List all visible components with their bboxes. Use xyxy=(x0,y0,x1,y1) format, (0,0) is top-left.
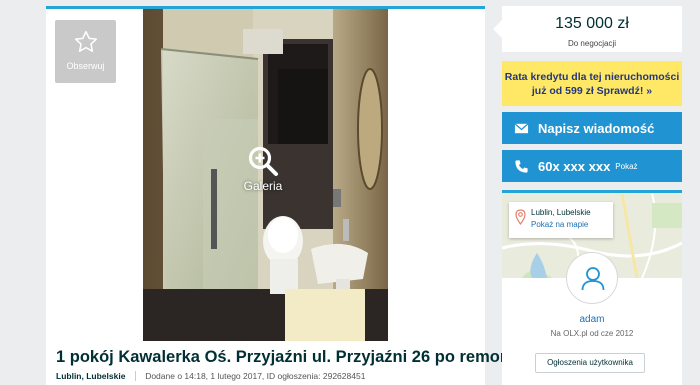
send-message-label: Napisz wiadomość xyxy=(538,120,655,136)
price-box: 135 000 zł Do negocjacji xyxy=(493,6,682,52)
gallery-overlay[interactable]: Galeria xyxy=(238,145,288,193)
star-icon xyxy=(74,30,97,52)
listing-meta: Lublin, Lubelskie Dodane o 14:18, 1 lute… xyxy=(56,371,365,381)
loan-promo-line-2: już od 599 zł Sprawdź! » xyxy=(531,85,653,97)
loan-promo-banner[interactable]: Rata kredytu dla tej nieruchomości już o… xyxy=(502,61,682,106)
show-phone-button[interactable]: 60x xxx xxx Pokaż xyxy=(502,150,682,182)
listing-card: Obserwuj Galeria 1 pokój Kawalerka Oś. P… xyxy=(46,6,533,385)
follow-label: Obserwuj xyxy=(66,61,105,71)
loan-promo-line-1: Rata kredytu dla tej nieruchomości xyxy=(504,71,680,83)
map-location-popup: Lublin, Lubelskie Pokaż na mapie xyxy=(509,202,613,238)
negotiable-label: Do negocjacji xyxy=(567,39,617,48)
page: Obserwuj Galeria 1 pokój Kawalerka Oś. P… xyxy=(0,0,700,385)
listing-title: 1 pokój Kawalerka Oś. Przyjaźni ul. Przy… xyxy=(56,348,533,366)
map-pin-icon xyxy=(515,209,526,225)
listing-added-info: Dodane o 14:18, 1 lutego 2017, ID ogłosz… xyxy=(145,371,366,381)
gallery-label: Galeria xyxy=(243,179,283,193)
show-on-map-link[interactable]: Pokaż na mapie xyxy=(531,220,588,229)
member-since: Na OLX.pl od cze 2012 xyxy=(550,329,634,338)
send-message-button[interactable]: Napisz wiadomość xyxy=(502,112,682,144)
user-icon xyxy=(581,267,605,291)
user-ads-button[interactable]: Ogłoszenia użytkownika xyxy=(535,353,645,373)
phone-number: 60x xxx xxx xyxy=(538,158,611,174)
avatar[interactable] xyxy=(566,252,618,304)
phone-icon xyxy=(515,159,528,173)
listing-photo[interactable]: Galeria xyxy=(143,9,388,341)
meta-divider xyxy=(134,371,136,381)
show-phone-label: Pokaż xyxy=(615,161,638,171)
user-card: Lublin, Lubelskie Pokaż na mapie adam Na… xyxy=(502,190,682,385)
envelope-icon xyxy=(514,122,529,133)
listing-location: Lublin, Lubelskie xyxy=(56,371,126,381)
zoom-icon xyxy=(248,146,278,176)
map-city: Lublin, Lubelskie xyxy=(531,208,591,217)
price: 135 000 zł xyxy=(555,15,629,32)
username[interactable]: adam xyxy=(502,314,682,325)
follow-button[interactable]: Obserwuj xyxy=(55,20,116,83)
